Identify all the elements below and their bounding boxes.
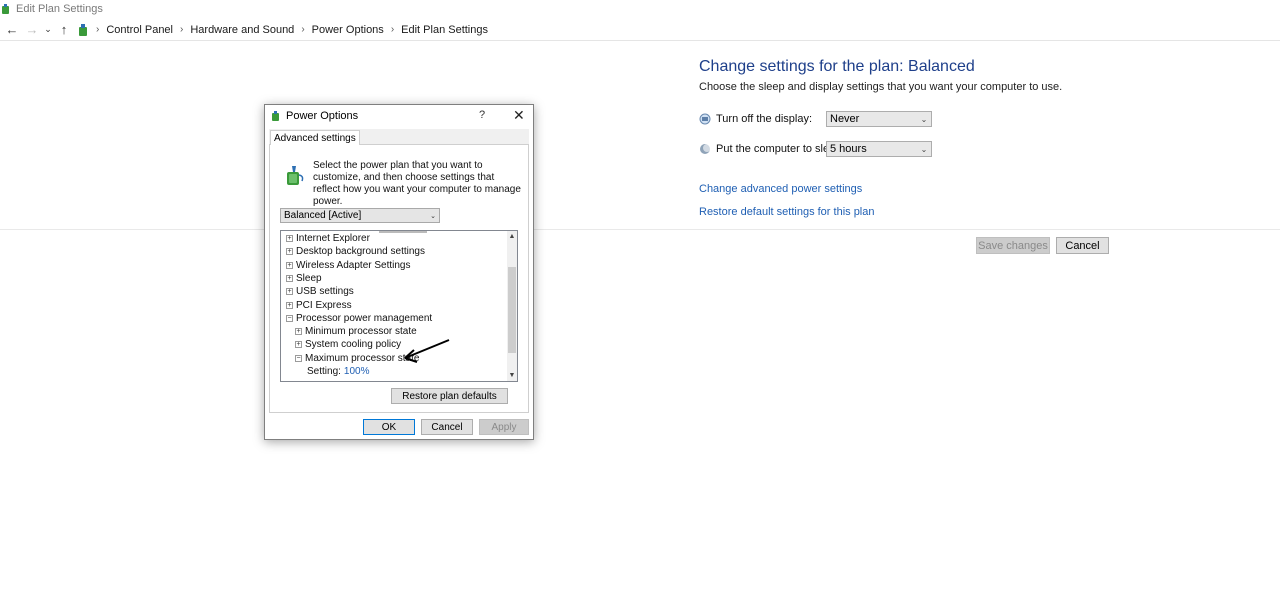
sleep-timeout-value: 5 hours (830, 143, 867, 155)
tree-item-label: Desktop background settings (296, 246, 425, 258)
tree-item[interactable]: + Minimum processor state (295, 325, 417, 338)
dialog-intro-text: Select the power plan that you want to c… (313, 160, 521, 207)
chevron-down-icon: ⌄ (920, 144, 928, 154)
tree-item[interactable]: + System cooling policy (295, 338, 401, 351)
control-panel-icon (79, 23, 87, 36)
breadcrumb-edit-plan-settings[interactable]: Edit Plan Settings (401, 24, 488, 36)
ok-button[interactable]: OK (363, 419, 415, 435)
expand-icon[interactable]: + (295, 328, 302, 336)
breadcrumb-power-options[interactable]: Power Options (312, 24, 384, 36)
expand-icon[interactable]: + (286, 261, 293, 269)
dialog-cancel-button[interactable]: Cancel (421, 419, 473, 435)
tree-item-label: Processor power management (296, 312, 433, 324)
expand-icon[interactable]: + (295, 341, 302, 349)
page-subtitle: Choose the sleep and display settings th… (699, 81, 1063, 93)
section-divider (0, 229, 1280, 230)
advanced-settings-pane: Select the power plan that you want to c… (269, 144, 529, 413)
tree-item-label: Sleep (296, 272, 322, 284)
tree-item-label: System cooling policy (305, 339, 402, 351)
setting-value-link[interactable]: 100% (344, 366, 370, 377)
breadcrumb-separator[interactable]: › (180, 24, 183, 35)
save-changes-button[interactable]: Save changes (976, 237, 1050, 254)
arrow-left-icon[interactable]: ← (2, 20, 22, 40)
dialog-title: Power Options (286, 110, 359, 122)
scrollbar-thumb[interactable] (508, 267, 516, 353)
restore-defaults-link[interactable]: Restore default settings for this plan (699, 206, 874, 218)
tree-item[interactable]: + Internet Explorer (286, 232, 370, 245)
tree-item[interactable]: + Wireless Adapter Settings (286, 259, 411, 272)
help-icon[interactable]: ? (479, 109, 485, 121)
power-plan-icon (287, 166, 304, 185)
power-options-icon (2, 4, 9, 14)
tree-item-label: Internet Explorer (296, 233, 370, 244)
tree-item[interactable]: + Sleep (286, 272, 322, 285)
expand-icon[interactable]: + (286, 301, 293, 309)
moon-icon (700, 144, 711, 154)
breadcrumb-control-panel[interactable]: Control Panel (106, 24, 173, 36)
annotation-arrow-icon (404, 339, 450, 363)
window-title: Edit Plan Settings (16, 3, 103, 15)
apply-button[interactable]: Apply (479, 419, 529, 435)
dialog-body: Advanced settings Select the power plan … (269, 129, 529, 413)
breadcrumb-separator[interactable]: › (301, 24, 304, 35)
dialog-titlebar[interactable]: Power Options ? ✕ (265, 105, 533, 127)
power-plan-select[interactable]: Balanced [Active] ⌄ (280, 208, 440, 223)
restore-plan-defaults-button[interactable]: Restore plan defaults (391, 388, 508, 404)
collapse-icon[interactable]: − (295, 354, 302, 362)
plan-settings-panel: Change settings for the plan: Balanced C… (699, 58, 1159, 93)
chevron-down-icon[interactable]: ⌄ (42, 20, 54, 40)
settings-tree[interactable]: + Internet Explorer + Desktop background se… (280, 230, 518, 382)
tree-item[interactable]: + USB settings (286, 285, 354, 298)
collapse-icon[interactable]: − (286, 314, 293, 322)
expand-icon[interactable]: + (286, 248, 293, 256)
chevron-down-icon: ⌄ (430, 212, 436, 220)
tree-item-label: Setting: (307, 366, 341, 377)
chevron-down-icon: ⌄ (920, 114, 928, 124)
tree-top-indicator (379, 231, 427, 233)
tree-scrollbar[interactable]: ▲ ▼ (507, 231, 517, 381)
tab-advanced-settings[interactable]: Advanced settings (270, 130, 360, 145)
monitor-icon (699, 113, 711, 125)
page-title: Change settings for the plan: Balanced (699, 58, 975, 75)
arrow-right-icon[interactable]: → (22, 20, 42, 40)
tree-item[interactable]: Setting: 100% (307, 365, 370, 378)
tree-item[interactable]: + PCI Express (286, 299, 352, 312)
power-plan-value: Balanced [Active] (284, 210, 362, 221)
cancel-button[interactable]: Cancel (1056, 237, 1109, 254)
tree-item-label: Wireless Adapter Settings (296, 259, 411, 271)
display-timeout-value: Never (830, 113, 860, 125)
breadcrumb-separator[interactable]: › (391, 24, 394, 35)
display-setting-label: Turn off the display: (716, 113, 812, 125)
power-options-icon (272, 111, 279, 121)
expand-icon[interactable]: + (286, 235, 293, 242)
tree-item-label: PCI Express (296, 299, 352, 311)
address-bar: ← → ⌄ ↑ › Control Panel › Hardware and S… (0, 19, 1280, 41)
power-options-dialog: Power Options ? ✕ Advanced settings Sele… (264, 104, 534, 440)
arrow-up-icon[interactable]: ↑ (54, 20, 74, 40)
tree-item-label: USB settings (296, 286, 354, 298)
expand-icon[interactable]: + (286, 274, 293, 282)
scroll-down-icon[interactable]: ▼ (508, 372, 516, 379)
close-icon[interactable]: ✕ (513, 107, 525, 124)
advanced-settings-link[interactable]: Change advanced power settings (699, 183, 862, 195)
breadcrumb-separator: › (96, 24, 100, 35)
tree-item[interactable]: − Processor power management (286, 312, 432, 325)
window-titlebar: Edit Plan Settings (0, 0, 1280, 18)
breadcrumb-hardware-and-sound[interactable]: Hardware and Sound (190, 24, 294, 36)
display-timeout-select[interactable]: Never ⌄ (826, 111, 932, 127)
scroll-up-icon[interactable]: ▲ (508, 233, 516, 240)
sleep-timeout-select[interactable]: 5 hours ⌄ (826, 141, 932, 157)
expand-icon[interactable]: + (286, 288, 293, 296)
tree-item[interactable]: + Desktop background settings (286, 245, 425, 258)
